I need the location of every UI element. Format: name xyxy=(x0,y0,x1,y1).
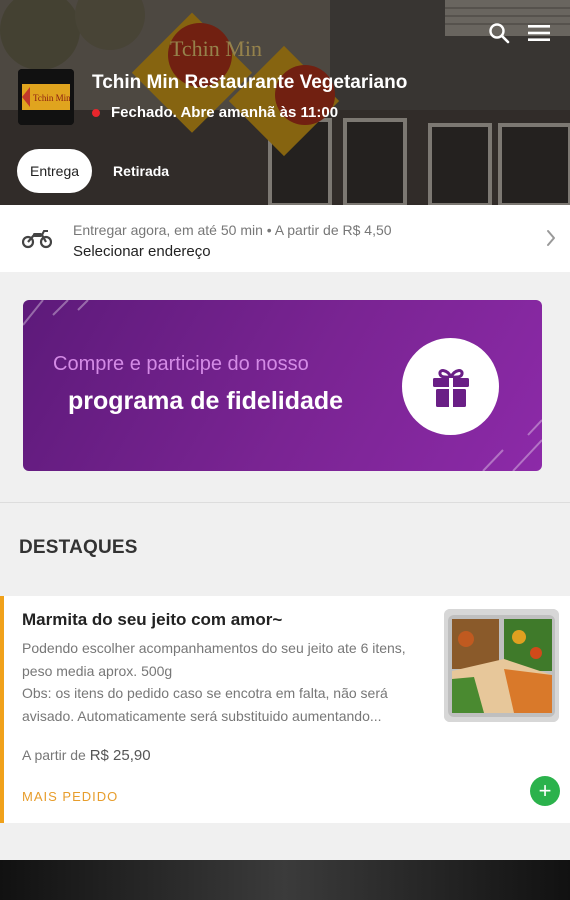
loyalty-program-banner[interactable]: Compre e participe do nosso programa de … xyxy=(23,300,542,471)
status-dot xyxy=(92,108,100,117)
logo-text: Tchin Min xyxy=(33,93,71,103)
add-to-cart-button[interactable]: + xyxy=(530,776,560,806)
select-address-label: Selecionar endereço xyxy=(73,243,211,260)
product-image[interactable] xyxy=(444,609,559,722)
product-card[interactable]: Marmita do seu jeito com amor~ Podendo e… xyxy=(0,596,570,823)
gift-icon xyxy=(432,368,469,407)
most-ordered-badge: MAIS PEDIDO xyxy=(22,789,119,804)
banner-subtitle: Compre e participe do nosso xyxy=(53,353,309,375)
price-prefix: A partir de xyxy=(22,747,86,763)
product-price: A partir de R$ 25,90 xyxy=(22,747,151,764)
header-actions xyxy=(486,20,552,46)
opening-status: Fechado. Abre amanhã às 11:00 xyxy=(92,104,338,121)
tab-entrega[interactable]: Entrega xyxy=(17,149,93,193)
menu-icon[interactable] xyxy=(526,20,552,46)
delivery-estimate: Entregar agora, em até 50 min • A partir… xyxy=(73,222,392,238)
product-title: Marmita do seu jeito com amor~ xyxy=(22,610,283,629)
status-text: Fechado. Abre amanhã às 11:00 xyxy=(111,104,339,121)
section-divider xyxy=(0,502,570,503)
price-value: R$ 25,90 xyxy=(89,747,151,764)
order-mode-tabs: Entrega Retirada xyxy=(17,149,182,193)
delivery-address-row[interactable]: Entregar agora, em até 50 min • A partir… xyxy=(0,205,570,272)
motorcycle-icon xyxy=(21,227,53,254)
plus-icon: + xyxy=(538,778,552,803)
banner-title: programa de fidelidade xyxy=(68,387,344,415)
tab-retirada[interactable]: Retirada xyxy=(100,149,182,193)
section-title: DESTAQUES xyxy=(19,537,138,558)
restaurant-logo: Tchin Min xyxy=(18,69,74,125)
restaurant-name: Tchin Min Restaurante Vegetariano xyxy=(92,72,408,93)
gift-badge xyxy=(402,338,499,435)
chevron-right-icon xyxy=(546,229,556,252)
bottom-bar xyxy=(0,860,570,900)
search-icon[interactable] xyxy=(486,20,512,46)
product-description: Podendo escolher acompanhamentos do seu … xyxy=(22,640,406,724)
restaurant-header: Tchin Min Tchin Min Tchin Min Restaurant… xyxy=(0,0,570,205)
